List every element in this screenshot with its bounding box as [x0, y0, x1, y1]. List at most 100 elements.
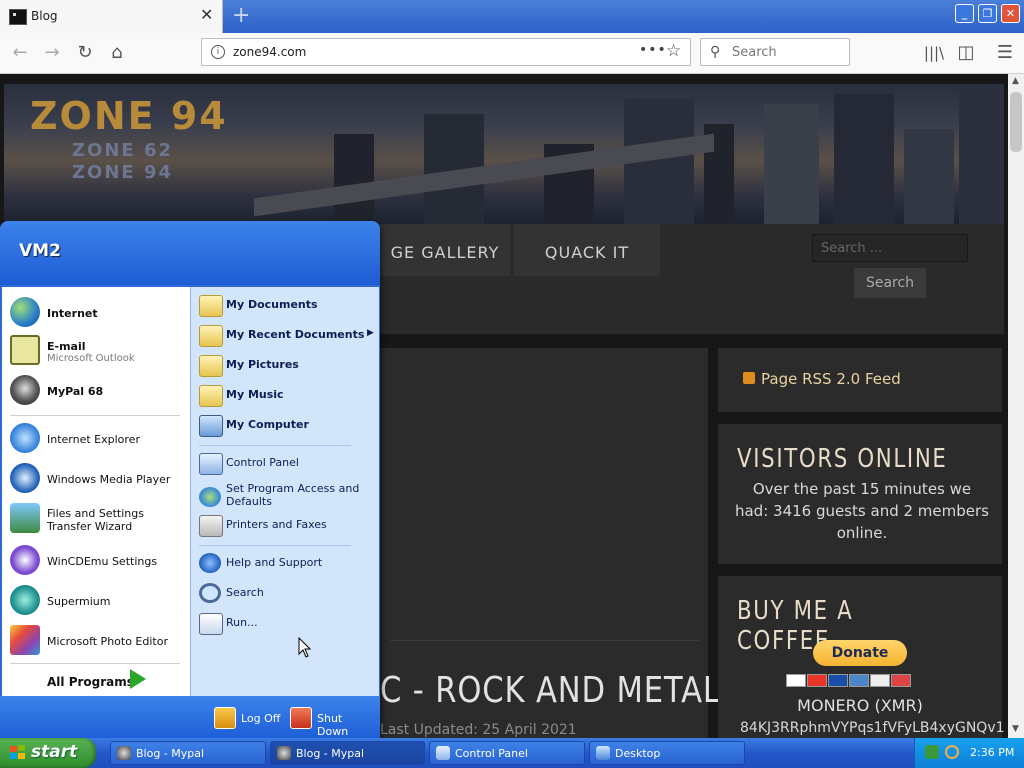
payment-cards: [786, 672, 936, 687]
shut-down-button[interactable]: Shut Down: [290, 707, 374, 738]
task-control-panel[interactable]: Control Panel: [429, 741, 585, 765]
search-icon: [199, 583, 221, 603]
printer-icon: [199, 515, 223, 537]
ie-icon: [10, 423, 40, 453]
system-tray: 2:36 PM: [914, 738, 1024, 768]
library-icon[interactable]: |||\: [922, 41, 946, 65]
network-icon[interactable]: [925, 745, 939, 759]
info-icon[interactable]: i: [211, 45, 225, 59]
system-printers[interactable]: Printers and Faxes: [199, 513, 375, 539]
divider: [390, 640, 700, 641]
tool-run[interactable]: Run...: [199, 611, 375, 637]
url-bar[interactable]: i zone94.com ••• ☆: [201, 38, 691, 66]
visitors-title: VISITORS ONLINE: [737, 444, 948, 474]
start-menu-footer: Log Off Shut Down: [0, 696, 380, 738]
scrollbar-thumb[interactable]: [1010, 92, 1022, 152]
pinned-internet[interactable]: Internet: [10, 295, 190, 331]
browser-toolbar: ← → ↻ ⌂ i zone94.com ••• ☆ ⚲ Search |||\…: [0, 33, 1024, 74]
place-my-music[interactable]: My Music: [199, 383, 375, 409]
back-icon[interactable]: ←: [8, 41, 32, 65]
computer-icon: [199, 415, 223, 437]
forward-icon[interactable]: →: [40, 41, 64, 65]
nav-image-gallery[interactable]: GE GALLERY: [380, 224, 510, 276]
submenu-arrow-icon: ▶: [367, 328, 374, 338]
system-control-panel[interactable]: Control Panel: [199, 451, 375, 477]
url-text: zone94.com: [233, 45, 307, 59]
mypal-icon: [117, 746, 131, 760]
recent-transfer-wizard[interactable]: Files and Settings Transfer Wizard: [10, 501, 190, 537]
transfer-wizard-icon: [10, 503, 40, 533]
start-menu-programs: Internet E-mail Microsoft Outlook MyPal …: [2, 287, 190, 696]
site-logo[interactable]: ZONE 94: [30, 94, 228, 138]
hamburger-menu-icon[interactable]: ☰: [993, 41, 1017, 65]
mouse-cursor-icon: [298, 637, 312, 658]
visitors-widget: VISITORS ONLINE Over the past 15 minutes…: [718, 424, 1002, 564]
folder-icon: [199, 295, 223, 317]
place-my-documents[interactable]: My Documents: [199, 293, 375, 319]
pinned-mypal[interactable]: MyPal 68: [10, 373, 190, 409]
recent-wincdemu[interactable]: WinCDEmu Settings: [10, 543, 190, 579]
site-search-input[interactable]: Search ...: [812, 234, 968, 262]
place-my-pictures[interactable]: My Pictures: [199, 353, 375, 379]
pinned-email[interactable]: E-mail Microsoft Outlook: [10, 333, 190, 369]
monero-address: 84KJ3RRphmVYPqs1fVFyLB4xyGNQv1: [740, 720, 1005, 736]
close-tab-icon[interactable]: ✕: [200, 6, 213, 24]
start-menu-places: My Documents My Recent Documents ▶ My Pi…: [190, 287, 379, 696]
place-my-computer[interactable]: My Computer: [199, 413, 375, 439]
program-access-icon: [199, 487, 221, 507]
page-actions-icon[interactable]: •••: [639, 42, 667, 58]
start-button[interactable]: start: [0, 738, 96, 768]
nav-quack-it[interactable]: QUACK IT: [514, 224, 660, 276]
search-icon: ⚲: [710, 44, 721, 60]
bookmark-star-icon[interactable]: ☆: [666, 41, 681, 61]
visa-icon: [786, 674, 806, 687]
run-icon: [199, 613, 223, 635]
recent-media-player[interactable]: Windows Media Player: [10, 461, 190, 497]
rss-icon: [743, 372, 755, 384]
folder-icon: [199, 325, 223, 347]
help-icon: [199, 553, 221, 573]
task-blog-mypal-2[interactable]: Blog - Mypal: [270, 741, 425, 765]
power-icon: [290, 707, 312, 729]
task-desktop[interactable]: Desktop: [589, 741, 745, 765]
clock[interactable]: 2:36 PM: [970, 746, 1014, 759]
visitors-text: Over the past 15 minutes we had: 3416 gu…: [734, 480, 989, 542]
minimize-button[interactable]: _: [955, 4, 974, 23]
photo-editor-icon: [10, 625, 40, 655]
search-tray-icon[interactable]: [945, 745, 959, 759]
page-scrollbar[interactable]: ▲ ▼: [1008, 74, 1024, 738]
close-window-button[interactable]: ✕: [1001, 4, 1020, 23]
recent-internet-explorer[interactable]: Internet Explorer: [10, 421, 190, 457]
article-headline[interactable]: C - ROCK AND METAL: [380, 670, 721, 711]
recent-photo-editor[interactable]: Microsoft Photo Editor: [10, 623, 190, 659]
discover-icon: [870, 674, 890, 687]
monero-label: MONERO (XMR): [797, 696, 923, 715]
tool-search[interactable]: Search: [199, 581, 375, 607]
browser-search-input[interactable]: ⚲ Search: [700, 38, 850, 66]
sidebar-icon[interactable]: ◫: [954, 41, 978, 65]
log-off-button[interactable]: Log Off: [214, 707, 284, 731]
supermium-icon: [10, 585, 40, 615]
start-label: start: [31, 742, 78, 762]
donate-button[interactable]: Donate: [813, 640, 907, 666]
coffee-widget: BUY ME A COFFEE Donate MONERO (XMR) 84KJ…: [718, 576, 1005, 738]
task-blog-mypal-1[interactable]: Blog - Mypal: [110, 741, 266, 765]
tab-title: Blog: [31, 9, 58, 23]
tab-blog[interactable]: Blog ✕: [0, 0, 223, 33]
tool-help-support[interactable]: Help and Support: [199, 551, 375, 577]
all-programs-button[interactable]: All Programs: [47, 675, 134, 689]
home-icon[interactable]: ⌂: [105, 41, 129, 65]
favicon-icon: [9, 9, 27, 25]
search-placeholder: Search: [732, 45, 777, 60]
maximize-button[interactable]: ❐: [978, 4, 997, 23]
reload-icon[interactable]: ↻: [73, 41, 97, 65]
start-menu: VM2 Internet E-mail Microsoft Outlook My…: [0, 221, 380, 738]
rss-link[interactable]: Page RSS 2.0 Feed: [761, 370, 901, 388]
outlook-icon: [10, 335, 40, 365]
windows-flag-icon: [10, 745, 25, 759]
recent-supermium[interactable]: Supermium: [10, 583, 190, 619]
site-search-button[interactable]: Search: [854, 268, 926, 298]
system-program-access[interactable]: Set Program Access and Defaults: [199, 481, 375, 511]
new-tab-button[interactable]: +: [232, 4, 250, 28]
place-recent-documents[interactable]: My Recent Documents ▶: [199, 323, 375, 349]
